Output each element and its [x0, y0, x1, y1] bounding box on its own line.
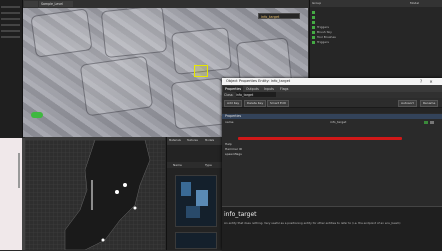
class-combo[interactable]: info_target [236, 92, 276, 97]
floor-tile [170, 77, 228, 130]
left-panel-row[interactable] [1, 6, 20, 8]
visibility-icon[interactable] [312, 25, 315, 29]
object-properties-dialog: Object Properties Entity: info_target ? … [222, 78, 442, 251]
floor-tile [30, 8, 93, 58]
left-panel-row[interactable] [1, 30, 20, 32]
left-panel-row[interactable] [1, 12, 20, 14]
visibility-icon[interactable] [312, 15, 315, 19]
map-entity-icon[interactable] [133, 206, 137, 210]
map-entity-icon[interactable] [101, 238, 105, 242]
entity-combo[interactable]: info_target [258, 13, 300, 19]
visibility-icon[interactable] [312, 20, 315, 24]
outliner-row[interactable] [312, 10, 440, 14]
pick-icon[interactable] [424, 121, 428, 124]
asset-preview [196, 190, 208, 206]
browser-col-type: Type [205, 163, 212, 167]
outliner-row[interactable]: Brush Sky [312, 30, 440, 34]
property-row[interactable] [222, 136, 442, 141]
property-row[interactable]: name info_target [222, 120, 442, 125]
close-icon[interactable]: ✕ [428, 79, 434, 84]
browser-tab[interactable]: Materials [169, 139, 181, 142]
viewport-tab[interactable]: Sample_Level [39, 1, 73, 7]
asset-preview [186, 206, 200, 218]
selected-entity-marker[interactable] [194, 65, 208, 77]
map-entity-icon[interactable] [115, 190, 119, 194]
browse-icon[interactable] [430, 121, 434, 124]
rename-button[interactable]: Rename [420, 100, 439, 107]
viewport-tabbar: Sample_Level [23, 0, 308, 8]
smart-edit-button[interactable]: Smart Edit [267, 100, 289, 107]
left-panel-row[interactable] [1, 36, 20, 38]
browser-col-name: Name [173, 163, 182, 167]
outliner-panel: Group Model Triggers Brush Sky Tool Brus… [309, 0, 442, 78]
dialog-titlebar[interactable]: Object Properties Entity: info_target ? … [222, 78, 442, 85]
autosort-button[interactable]: Autosort [398, 100, 417, 107]
outliner-row[interactable]: Tool Brushes [312, 35, 440, 39]
help-icon[interactable]: ? [418, 79, 424, 84]
delete-key-button[interactable]: Delete Key [244, 100, 267, 107]
top-down-map[interactable] [25, 139, 165, 251]
map-grid [25, 139, 165, 251]
outliner-col-group: Group [312, 1, 322, 5]
property-value[interactable]: info_target [330, 120, 346, 125]
visibility-icon[interactable] [312, 35, 315, 39]
browser-tab[interactable]: Models [205, 139, 214, 142]
entity-help-text: An entity that does nothing. Very useful… [224, 221, 401, 225]
add-key-button[interactable]: Add Key [224, 100, 243, 107]
outliner-row[interactable] [312, 15, 440, 19]
browser-columns: Name Type [167, 162, 223, 168]
visibility-icon[interactable] [312, 30, 315, 34]
property-key: name [225, 120, 234, 124]
left-panel-row[interactable] [1, 24, 20, 26]
property-key: spawnflags [225, 152, 242, 156]
content-browser: Materials Textures Models Name Type [166, 137, 223, 250]
dialog-toolbar: Add Key Delete Key Smart Edit Autosort R… [222, 98, 442, 108]
dialog-title: Object Properties Entity: info_target [226, 79, 291, 83]
outliner-header: Group Model [310, 0, 442, 7]
outliner-col-model: Model [410, 1, 420, 5]
preview-scrollbar[interactable] [18, 153, 20, 188]
asset-thumbnail[interactable] [175, 232, 217, 249]
browser-tabbar: Materials Textures Models [167, 137, 223, 145]
dialog-tabbar: Properties Outputs Inputs Flags [222, 85, 442, 92]
properties-section-header[interactable]: Properties [222, 114, 442, 119]
visibility-icon[interactable] [312, 10, 315, 14]
preview-panel [0, 138, 22, 250]
outliner-row[interactable] [312, 20, 440, 24]
property-row[interactable]: spawnflags [222, 152, 442, 157]
outliner-row[interactable]: Triggers [312, 25, 440, 29]
left-panel-row[interactable] [1, 18, 20, 20]
floor-tile [79, 55, 154, 117]
asset-thumbnail[interactable] [175, 175, 217, 227]
outliner-row[interactable]: Triggers [312, 40, 440, 44]
visibility-icon[interactable] [312, 40, 315, 44]
asset-preview [181, 182, 191, 196]
entity-help-box: info_target An entity that does nothing.… [222, 206, 442, 251]
browser-tab[interactable]: Textures [187, 139, 198, 142]
entity-marker[interactable] [31, 112, 43, 118]
property-filter-bar[interactable] [222, 108, 442, 113]
floor-tile [100, 4, 168, 59]
entity-help-title: info_target [224, 211, 257, 218]
map-entity-icon[interactable] [123, 183, 127, 187]
viewport-tab[interactable] [24, 1, 38, 7]
